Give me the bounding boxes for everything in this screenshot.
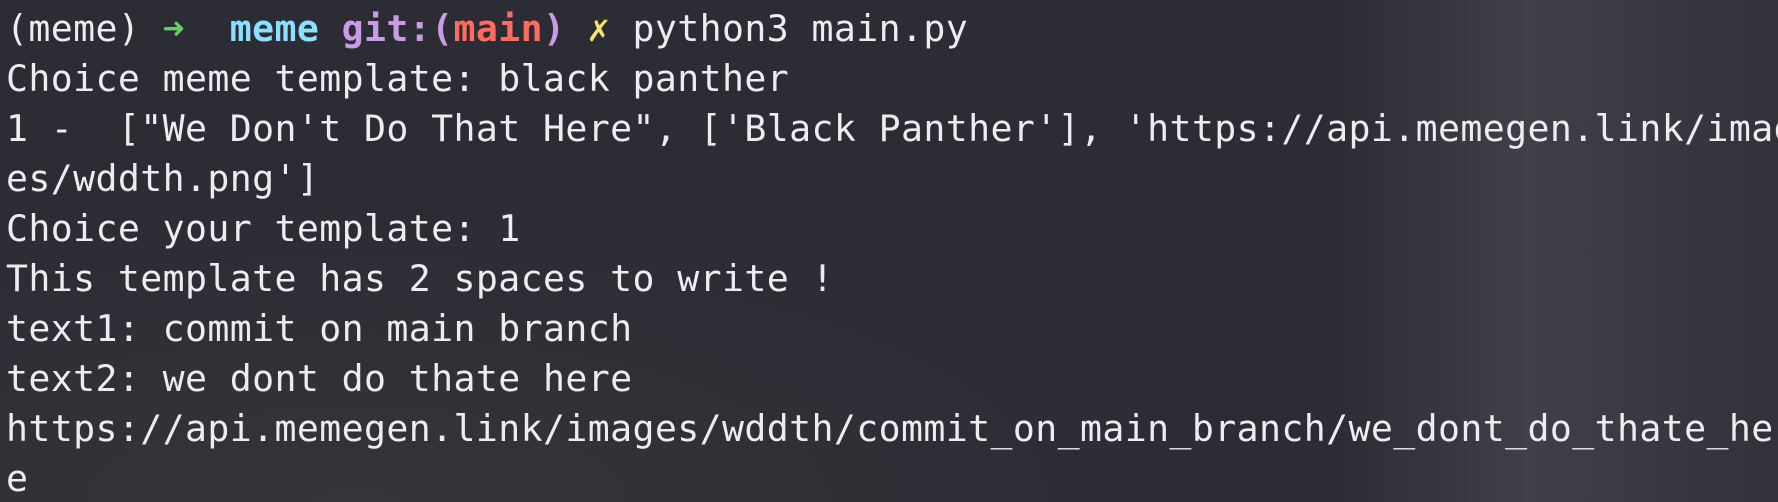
git-label-close: )	[543, 7, 566, 50]
output-url-line-wrap[interactable]: e	[6, 454, 1778, 502]
output-line: text2: we dont do thate here	[6, 357, 633, 400]
git-branch: main	[453, 7, 543, 50]
prompt-line: (meme) ➜ meme git:(main) ✗ python3 main.…	[6, 4, 1778, 54]
output-line: 1 - ["We Don't Do That Here", ['Black Pa…	[6, 107, 1778, 150]
terminal-window[interactable]: (meme) ➜ meme git:(main) ✗ python3 main.…	[0, 0, 1778, 502]
output-line: es/wddth.png']	[6, 157, 320, 200]
output-line: Choice your template: 1	[6, 207, 521, 250]
output-line: This template has 2 spaces to write !	[6, 257, 834, 300]
current-directory: meme	[229, 7, 320, 50]
git-label: git:(	[341, 7, 454, 50]
virtualenv-label: (meme)	[6, 7, 141, 50]
output-line: text1: commit on main branch	[6, 307, 633, 350]
entered-command: python3 main.py	[632, 7, 969, 50]
prompt-arrow-icon: ➜	[162, 7, 185, 50]
dirty-status-icon: ✗	[587, 7, 611, 50]
output-url-line[interactable]: https://api.memegen.link/images/wddth/co…	[6, 404, 1778, 454]
output-line: Choice meme template: black panther	[6, 57, 790, 100]
